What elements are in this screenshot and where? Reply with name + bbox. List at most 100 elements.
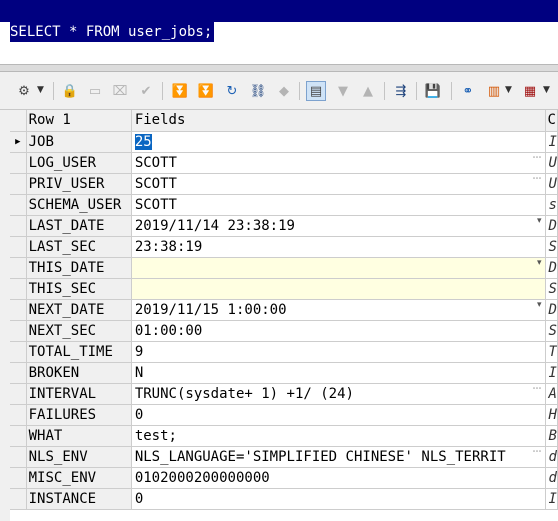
field-value-cell[interactable]: SCOTT	[131, 194, 546, 216]
row-indicator[interactable]	[10, 299, 27, 321]
field-value-cell[interactable]: SCOTT ⋯	[131, 173, 546, 195]
field-comment: T	[545, 341, 558, 363]
ellipsis-icon[interactable]: ⋯	[533, 447, 542, 457]
field-value-cell[interactable]: 2019/11/14 23:38:19 ▾	[131, 215, 546, 237]
first-record-icon[interactable]: ⏬	[170, 81, 190, 101]
record-table: Row 1 Fields C ▶ JOB 25 I LOG_USER SCOTT ⋯ U PRI…	[10, 110, 558, 510]
field-value-cell[interactable]: test;	[131, 425, 546, 447]
table-row[interactable]: MISC_ENV 0102000200000000 d	[10, 467, 558, 489]
table-row[interactable]: THIS_SEC S	[10, 278, 558, 300]
previous-icon[interactable]: ▲	[358, 81, 378, 101]
table-row[interactable]: NEXT_DATE 2019/11/15 1:00:00 ▾ D	[10, 299, 558, 321]
field-value-cell[interactable]: NLS_LANGUAGE='SIMPLIFIED CHINESE' NLS_TE…	[131, 446, 546, 468]
table-row[interactable]: SCHEMA_USER SCOTT s	[10, 194, 558, 216]
row-header[interactable]: Row 1	[26, 110, 132, 132]
field-comment: D	[545, 215, 558, 237]
field-value: SCOTT	[134, 175, 177, 192]
table-row[interactable]: WHAT test; B	[10, 425, 558, 447]
current-row-indicator[interactable]: ▶	[10, 131, 27, 153]
date-dropdown-icon[interactable]: ▾	[537, 258, 542, 268]
field-name: LOG_USER	[26, 152, 132, 174]
table-row[interactable]: LOG_USER SCOTT ⋯ U	[10, 152, 558, 174]
field-value: 2019/11/14 23:38:19	[134, 217, 295, 234]
find-icon[interactable]: ⛓	[248, 81, 268, 101]
row-indicator[interactable]	[10, 173, 27, 195]
splitter[interactable]	[0, 64, 558, 72]
save-icon[interactable]: 💾	[423, 81, 443, 101]
ellipsis-icon[interactable]: ⋯	[533, 174, 542, 184]
refresh-icon[interactable]: ↻	[222, 81, 242, 101]
row-indicator[interactable]	[10, 467, 27, 489]
clear-icon[interactable]: ◆	[274, 81, 294, 101]
chevron-down-icon[interactable]: ▼	[543, 85, 550, 95]
table-row[interactable]: LAST_SEC 23:38:19 S	[10, 236, 558, 258]
table-row[interactable]: LAST_DATE 2019/11/14 23:38:19 ▾ D	[10, 215, 558, 237]
lock-icon[interactable]: 🔒	[60, 81, 80, 101]
table-row[interactable]: BROKEN N I	[10, 362, 558, 384]
table-row[interactable]: INTERVAL TRUNC(sysdate+ 1) +1/ (24) ⋯ A	[10, 383, 558, 405]
date-dropdown-icon[interactable]: ▾	[537, 300, 542, 310]
table-row[interactable]: TOTAL_TIME 9 T	[10, 341, 558, 363]
field-comment: S	[545, 320, 558, 342]
row-indicator[interactable]	[10, 152, 27, 174]
field-value-cell[interactable]: 9	[131, 341, 546, 363]
fields-header[interactable]: Fields	[131, 110, 546, 132]
header-row: Row 1 Fields C	[10, 110, 558, 132]
row-indicator[interactable]	[10, 383, 27, 405]
last-record-icon[interactable]: ⏬	[196, 81, 216, 101]
field-value-cell[interactable]: SCOTT ⋯	[131, 152, 546, 174]
comment-header[interactable]: C	[545, 110, 558, 132]
row-indicator[interactable]	[10, 488, 27, 510]
row-indicator[interactable]	[10, 215, 27, 237]
field-name: MISC_ENV	[26, 467, 132, 489]
field-value-cell[interactable]	[131, 278, 546, 300]
table-row[interactable]: NLS_ENV NLS_LANGUAGE='SIMPLIFIED CHINESE'…	[10, 446, 558, 468]
row-indicator[interactable]	[10, 320, 27, 342]
link-icon[interactable]: ⚭	[458, 81, 478, 101]
ellipsis-icon[interactable]: ⋯	[533, 384, 542, 394]
row-indicator[interactable]	[10, 257, 27, 279]
field-value-cell[interactable]: 2019/11/15 1:00:00 ▾	[131, 299, 546, 321]
record-grid: Row 1 Fields C ▶ JOB 25 I LOG_USER SCOTT ⋯ U PRI…	[10, 110, 558, 521]
field-value-cell[interactable]: 23:38:19	[131, 236, 546, 258]
table-row[interactable]: INSTANCE 0 I	[10, 488, 558, 510]
single-record-view-icon[interactable]: ▤	[306, 81, 326, 101]
row-indicator[interactable]	[10, 236, 27, 258]
row-indicator[interactable]	[10, 425, 27, 447]
ellipsis-icon[interactable]: ⋯	[533, 153, 542, 163]
delete-record-icon[interactable]: ⌧	[110, 81, 130, 101]
grid-options-icon[interactable]: ▦	[520, 81, 540, 101]
toolbar-separator	[384, 82, 385, 100]
row-indicator[interactable]	[10, 362, 27, 384]
field-value-cell[interactable]: ▾	[131, 257, 546, 279]
row-indicator[interactable]	[10, 446, 27, 468]
table-row[interactable]: THIS_DATE ▾ D	[10, 257, 558, 279]
field-value-cell[interactable]: 0	[131, 404, 546, 426]
field-value-cell[interactable]: 0102000200000000	[131, 467, 546, 489]
table-row[interactable]: PRIV_USER SCOTT ⋯ U	[10, 173, 558, 195]
field-value-cell[interactable]: 0	[131, 488, 546, 510]
query-options-icon[interactable]: ⚙	[14, 81, 34, 101]
row-indicator[interactable]	[10, 404, 27, 426]
toolbar-separator	[451, 82, 452, 100]
sql-text[interactable]: SELECT * FROM user_jobs;	[10, 22, 215, 42]
table-row[interactable]: ▶ JOB 25 I	[10, 131, 558, 153]
chevron-down-icon[interactable]: ▼	[505, 85, 512, 95]
post-icon[interactable]: ✔	[136, 81, 156, 101]
chart-icon[interactable]: ▥	[484, 81, 504, 101]
next-icon[interactable]: ▼	[333, 81, 353, 101]
row-indicator[interactable]	[10, 341, 27, 363]
date-dropdown-icon[interactable]: ▾	[537, 216, 542, 226]
export-icon[interactable]: ⇶	[391, 81, 411, 101]
row-indicator[interactable]	[10, 278, 27, 300]
table-row[interactable]: FAILURES 0 H	[10, 404, 558, 426]
field-value-cell[interactable]: TRUNC(sysdate+ 1) +1/ (24) ⋯	[131, 383, 546, 405]
field-value-cell[interactable]: N	[131, 362, 546, 384]
table-row[interactable]: NEXT_SEC 01:00:00 S	[10, 320, 558, 342]
field-value-cell[interactable]: 01:00:00	[131, 320, 546, 342]
chevron-down-icon[interactable]: ▼	[37, 85, 44, 95]
sql-editor[interactable]: SELECT * FROM user_jobs;	[0, 0, 558, 64]
row-indicator[interactable]	[10, 194, 27, 216]
insert-record-icon[interactable]: ▭	[85, 81, 105, 101]
field-value-cell[interactable]: 25	[131, 131, 546, 153]
